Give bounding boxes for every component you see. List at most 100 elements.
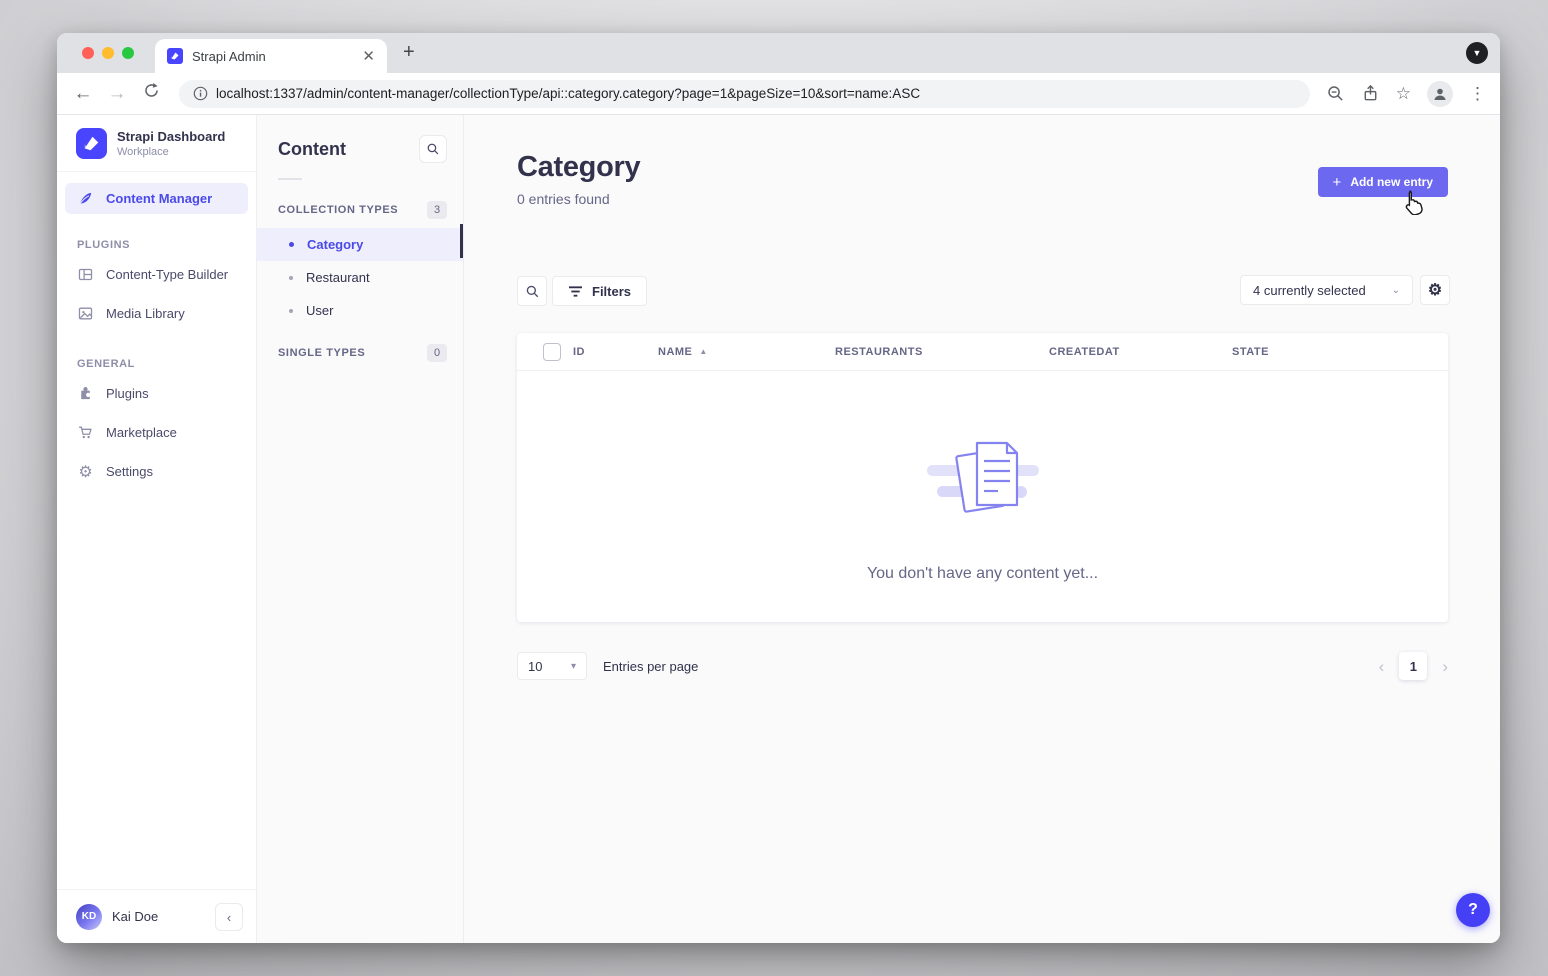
macos-traffic-lights: [82, 47, 134, 59]
sidebar-item-marketplace[interactable]: Marketplace: [57, 413, 256, 452]
site-info-icon[interactable]: [193, 86, 208, 101]
browser-tab-strip: Strapi Admin ✕ + ▼: [57, 33, 1500, 73]
main-content: Category 0 entries found + Add new entry…: [464, 115, 1500, 943]
sidebar-item-label: Media Library: [106, 306, 185, 321]
content-types-panel: Content COLLECTION TYPES 3 Category Rest…: [257, 115, 464, 943]
page-size-value: 10: [528, 659, 542, 674]
user-footer: KD Kai Doe ‹: [57, 889, 256, 943]
strapi-logo: [76, 128, 107, 159]
select-all-checkbox[interactable]: [543, 343, 561, 361]
bookmark-star-icon[interactable]: ☆: [1396, 84, 1411, 104]
reload-icon[interactable]: [139, 82, 163, 105]
next-page-icon[interactable]: ›: [1442, 658, 1448, 675]
current-page-button[interactable]: 1: [1399, 652, 1427, 680]
forward-icon[interactable]: →: [105, 83, 129, 105]
back-icon[interactable]: ←: [71, 83, 95, 105]
collection-type-label: Category: [307, 237, 363, 252]
layout-icon: [77, 266, 94, 283]
entries-table: ID NAME▲ RESTAURANTS CREATEDAT STATE: [517, 333, 1448, 622]
user-name: Kai Doe: [112, 909, 158, 924]
filter-icon: [568, 285, 583, 298]
browser-update-icon[interactable]: ▼: [1466, 42, 1488, 64]
sidebar-item-label: Content Manager: [106, 191, 212, 206]
new-tab-button[interactable]: +: [403, 41, 415, 63]
panel-divider: [278, 178, 302, 180]
strapi-admin-app: Strapi Dashboard Workplace Content Manag…: [57, 115, 1500, 943]
sidebar-item-label: Content-Type Builder: [106, 267, 228, 282]
sidebar-item-media-library[interactable]: Media Library: [57, 294, 256, 333]
collection-types-count: 3: [427, 201, 447, 219]
bullet-icon: [289, 242, 294, 247]
column-header-restaurants[interactable]: RESTAURANTS: [835, 346, 1049, 358]
panel-scrollbar[interactable]: [460, 224, 463, 258]
puzzle-icon: [77, 385, 94, 402]
help-button[interactable]: ?: [1456, 893, 1490, 927]
collection-type-label: Restaurant: [306, 270, 370, 285]
sidebar-section-general: GENERAL: [77, 358, 256, 370]
column-header-name[interactable]: NAME▲: [658, 346, 835, 358]
prev-page-icon[interactable]: ‹: [1379, 658, 1385, 675]
workspace-name: Workplace: [117, 146, 225, 158]
panel-search-button[interactable]: [419, 135, 447, 163]
window-minimize-button[interactable]: [102, 47, 114, 59]
quill-icon: [77, 190, 94, 207]
cart-icon: [77, 424, 94, 441]
user-avatar[interactable]: KD: [76, 904, 102, 930]
chevron-down-icon: ▾: [571, 661, 576, 672]
search-icon: [525, 284, 540, 299]
gear-icon: ⚙: [77, 462, 94, 482]
browser-tab[interactable]: Strapi Admin ✕: [155, 39, 387, 73]
column-header-createdat[interactable]: CREATEDAT: [1049, 346, 1232, 358]
column-header-state[interactable]: STATE: [1232, 346, 1448, 358]
browser-profile-icon[interactable]: [1427, 81, 1453, 107]
strapi-favicon: [167, 48, 183, 64]
collection-type-label: User: [306, 303, 333, 318]
page-title: Category: [517, 151, 640, 184]
collection-type-category[interactable]: Category: [257, 228, 463, 261]
browser-window: Strapi Admin ✕ + ▼ ← → localhost:1337/ad…: [57, 33, 1500, 943]
browser-toolbar: ← → localhost:1337/admin/content-manager…: [57, 73, 1500, 115]
sidebar-section-plugins: PLUGINS: [77, 239, 256, 251]
image-icon: [77, 305, 94, 322]
empty-state-message: You don't have any content yet...: [867, 565, 1098, 583]
empty-state: You don't have any content yet...: [517, 371, 1448, 583]
share-icon[interactable]: [1361, 84, 1380, 103]
sidebar-item-label: Plugins: [106, 386, 149, 401]
collection-type-restaurant[interactable]: Restaurant: [257, 261, 463, 294]
collection-types-label: COLLECTION TYPES: [278, 204, 398, 216]
panel-title: Content: [278, 139, 346, 160]
sidebar-item-settings[interactable]: ⚙ Settings: [57, 452, 256, 491]
collection-type-user[interactable]: User: [257, 294, 463, 327]
entries-per-page-label: Entries per page: [603, 659, 698, 674]
tab-close-icon[interactable]: ✕: [362, 47, 375, 65]
columns-select-value: 4 currently selected: [1253, 283, 1366, 298]
page-size-select[interactable]: 10 ▾: [517, 652, 587, 680]
table-header-row: ID NAME▲ RESTAURANTS CREATEDAT STATE: [517, 333, 1448, 370]
window-close-button[interactable]: [82, 47, 94, 59]
window-maximize-button[interactable]: [122, 47, 134, 59]
single-types-label: SINGLE TYPES: [278, 347, 365, 359]
columns-select[interactable]: 4 currently selected ⌄: [1240, 275, 1413, 305]
search-icon: [426, 142, 440, 156]
url-text[interactable]: localhost:1337/admin/content-manager/col…: [216, 86, 920, 101]
workspace-header[interactable]: Strapi Dashboard Workplace: [57, 115, 256, 172]
filters-button[interactable]: Filters: [552, 276, 647, 306]
browser-menu-icon[interactable]: ⋮: [1469, 84, 1486, 104]
chevron-down-icon: ⌄: [1392, 285, 1400, 296]
sidebar-item-label: Marketplace: [106, 425, 177, 440]
empty-documents-illustration: [921, 431, 1045, 527]
add-new-entry-button[interactable]: + Add new entry: [1318, 167, 1448, 197]
list-search-button[interactable]: [517, 276, 547, 306]
sidebar-item-content-manager[interactable]: Content Manager: [65, 183, 248, 214]
sidebar-item-content-type-builder[interactable]: Content-Type Builder: [57, 255, 256, 294]
sidebar-item-label: Settings: [106, 464, 153, 479]
plus-icon: +: [1333, 174, 1342, 191]
main-sidebar: Strapi Dashboard Workplace Content Manag…: [57, 115, 257, 943]
single-types-count: 0: [427, 344, 447, 362]
column-header-id[interactable]: ID: [573, 346, 658, 358]
view-settings-button[interactable]: ⚙: [1420, 275, 1450, 305]
sidebar-item-plugins[interactable]: Plugins: [57, 374, 256, 413]
zoom-icon[interactable]: [1326, 84, 1345, 103]
sidebar-collapse-button[interactable]: ‹: [215, 903, 243, 931]
url-bar[interactable]: localhost:1337/admin/content-manager/col…: [179, 80, 1310, 108]
